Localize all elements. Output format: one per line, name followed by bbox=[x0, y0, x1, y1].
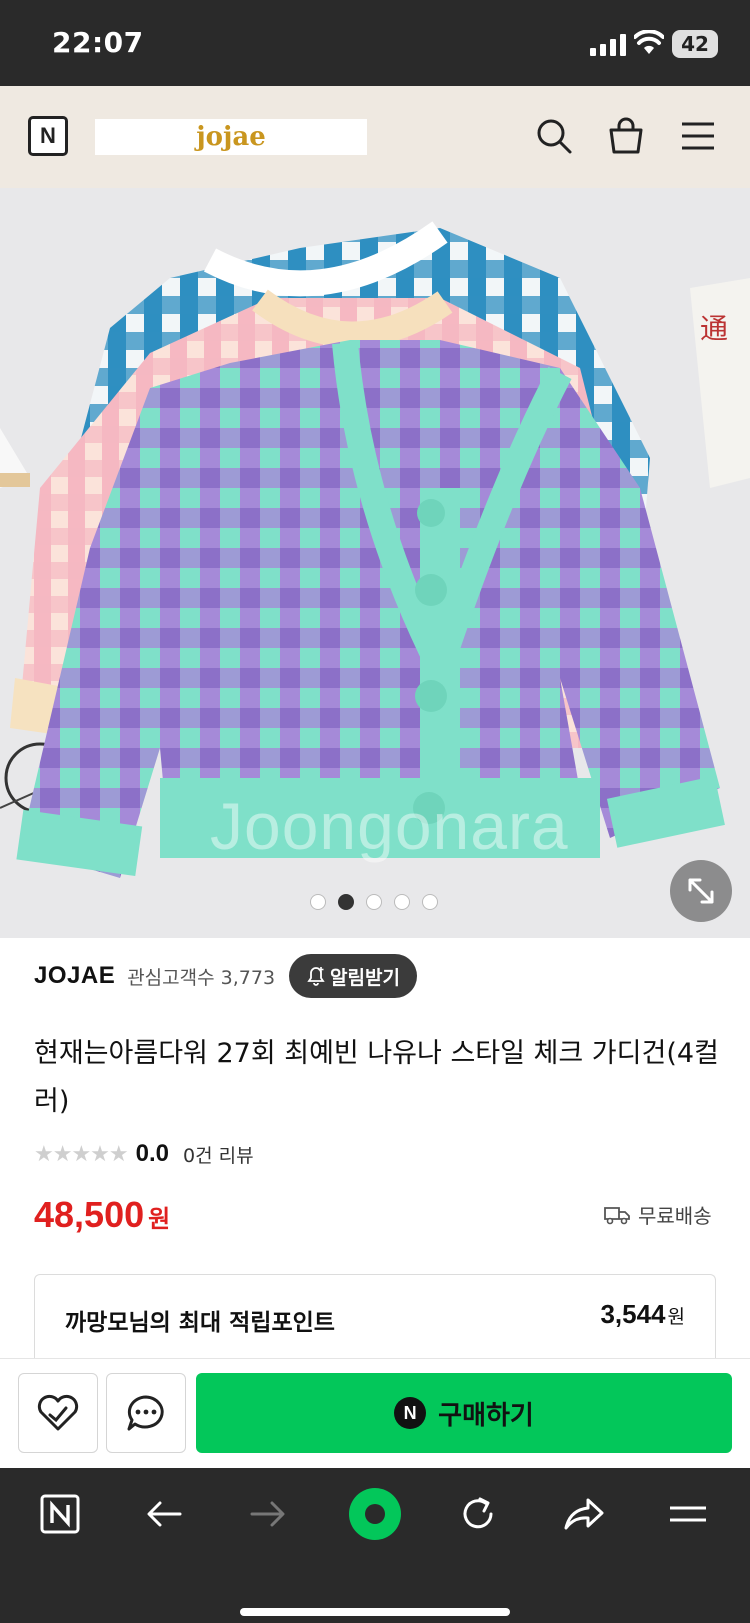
talk-chat-button[interactable] bbox=[106, 1373, 186, 1453]
wifi-icon bbox=[634, 30, 664, 54]
expand-arrows-icon bbox=[688, 878, 714, 904]
heart-check-icon bbox=[37, 1394, 79, 1431]
wishlist-button[interactable] bbox=[18, 1373, 98, 1453]
shipping-info: 무료배송 bbox=[604, 1200, 712, 1229]
svg-text:通: 通 bbox=[700, 312, 728, 345]
points-label: 까망모님의 최대 적립포인트 bbox=[65, 1310, 335, 1336]
bell-plus-icon bbox=[307, 967, 325, 986]
battery-indicator: 42 bbox=[672, 30, 718, 58]
carousel-dot[interactable] bbox=[366, 894, 382, 910]
share-arrow-icon bbox=[564, 1498, 604, 1530]
browser-toolbar bbox=[0, 1468, 750, 1623]
carousel-indicator bbox=[310, 894, 438, 912]
cellular-signal-icon bbox=[590, 34, 628, 56]
browser-share-button[interactable] bbox=[560, 1490, 608, 1538]
carousel-dot[interactable] bbox=[422, 894, 438, 910]
green-dot-icon bbox=[349, 1488, 401, 1540]
refresh-icon bbox=[463, 1497, 493, 1529]
arrow-right-icon bbox=[250, 1501, 285, 1527]
green-dot-button[interactable] bbox=[347, 1486, 403, 1542]
search-icon[interactable] bbox=[534, 116, 574, 156]
review-count[interactable]: 0건 리뷰 bbox=[183, 1141, 254, 1168]
star-rating-icon: ★★★★★ bbox=[34, 1141, 129, 1167]
buy-now-button[interactable]: N 구매하기 bbox=[196, 1373, 732, 1453]
naver-n-icon bbox=[40, 1494, 80, 1534]
store-header: N jojae bbox=[0, 86, 750, 188]
product-image-carousel[interactable]: 通 Joongonara bbox=[0, 188, 750, 938]
price-amount: 48,500 bbox=[34, 1194, 145, 1235]
rating-score: 0.0 bbox=[135, 1140, 169, 1167]
home-indicator bbox=[240, 1608, 510, 1616]
hamburger-menu-icon bbox=[670, 1506, 706, 1522]
price: 48,500 원 bbox=[34, 1194, 170, 1236]
rating-row[interactable]: ★★★★★ 0.0 0건 리뷰 bbox=[34, 1140, 254, 1168]
naver-logo-button[interactable]: N bbox=[28, 116, 68, 156]
seller-row: JOJAE 관심고객수 3,773 알림받기 bbox=[34, 954, 417, 998]
chat-bubble-icon bbox=[127, 1395, 164, 1431]
points-value: 3,544 원 bbox=[600, 1299, 685, 1329]
browser-forward-button[interactable] bbox=[244, 1490, 292, 1538]
naver-pay-icon: N bbox=[394, 1397, 427, 1429]
arrow-left-icon bbox=[147, 1501, 182, 1527]
product-title: 현재는아름다워 27회 최예빈 나유나 스타일 체크 가디건(4컬러) bbox=[34, 1038, 719, 1117]
purchase-action-bar: N 구매하기 bbox=[0, 1358, 750, 1468]
price-unit: 원 bbox=[148, 1205, 171, 1233]
expand-image-button[interactable] bbox=[670, 860, 732, 922]
browser-refresh-button[interactable] bbox=[454, 1490, 502, 1538]
carousel-dot-active[interactable] bbox=[338, 894, 354, 910]
image-watermark: Joongonara bbox=[210, 789, 569, 863]
hamburger-menu-icon[interactable] bbox=[678, 116, 718, 156]
seller-name[interactable]: JOJAE bbox=[34, 962, 115, 990]
browser-menu-button[interactable] bbox=[664, 1490, 712, 1538]
browser-home-button[interactable] bbox=[36, 1490, 84, 1538]
carousel-dot[interactable] bbox=[310, 894, 326, 910]
browser-back-button[interactable] bbox=[140, 1490, 188, 1538]
shipping-label: 무료배송 bbox=[638, 1204, 712, 1228]
status-bar: 22:07 42 bbox=[0, 0, 750, 86]
store-brand[interactable]: jojae bbox=[95, 119, 367, 155]
shopping-bag-icon[interactable] bbox=[606, 116, 646, 156]
fans-count: 관심고객수 3,773 bbox=[127, 966, 276, 989]
reward-points-box[interactable]: 까망모님의 최대 적립포인트 3,544 원 bbox=[34, 1274, 716, 1358]
subscribe-alarm-label: 알림받기 bbox=[330, 966, 400, 989]
buy-now-label: 구매하기 bbox=[438, 1400, 534, 1431]
carousel-dot[interactable] bbox=[394, 894, 410, 910]
delivery-truck-icon bbox=[604, 1206, 630, 1224]
subscribe-alarm-button[interactable]: 알림받기 bbox=[289, 954, 417, 998]
status-time: 22:07 bbox=[52, 26, 144, 59]
